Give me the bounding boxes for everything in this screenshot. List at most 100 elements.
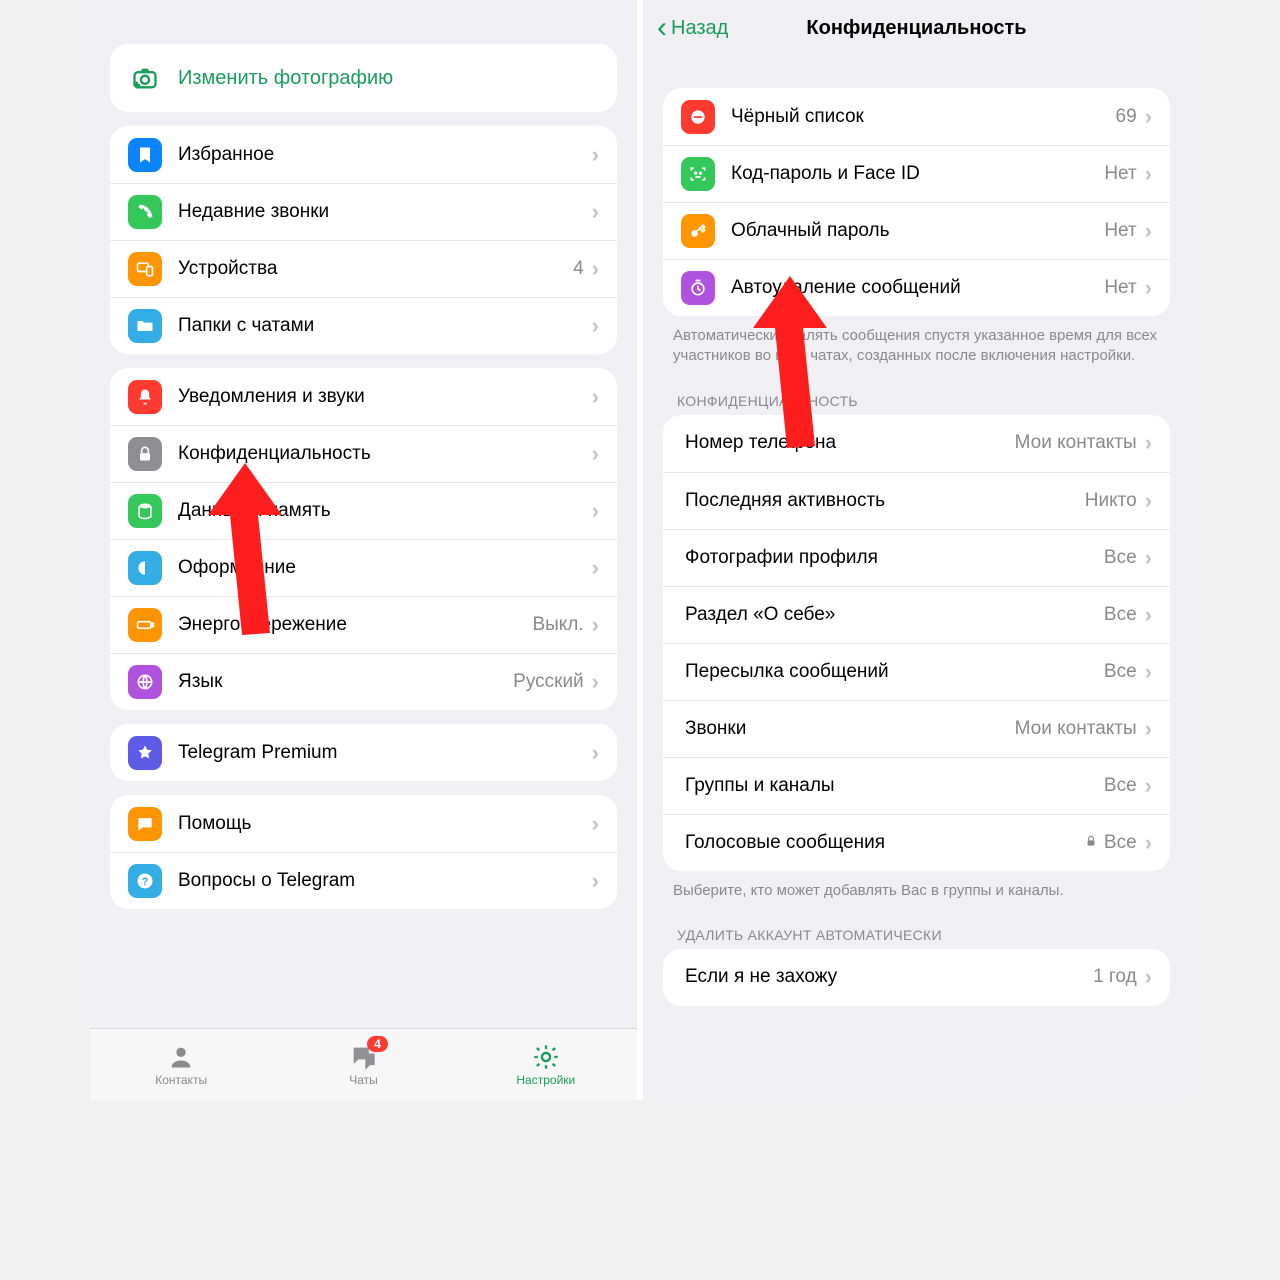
label: Оформление	[178, 557, 592, 579]
chevron-icon: ›	[592, 612, 599, 638]
label: Папки с чатами	[178, 315, 592, 337]
row-calls[interactable]: Недавние звонки ›	[110, 183, 617, 240]
chevron-icon: ›	[592, 811, 599, 837]
value: Нет	[1104, 163, 1136, 185]
star-icon	[128, 736, 162, 770]
row-power[interactable]: Энергосбережение Выкл. ›	[110, 596, 617, 653]
section-footer: Выберите, кто может добавлять Вас в груп…	[673, 881, 1160, 901]
row-passcode[interactable]: Код-пароль и Face ID Нет ›	[663, 145, 1170, 202]
value: Русский	[513, 671, 584, 693]
label: Раздел «О себе»	[685, 604, 1104, 626]
change-photo-row[interactable]: Изменить фотографию	[110, 44, 617, 112]
row-favorites[interactable]: Избранное ›	[110, 126, 617, 183]
tab-settings[interactable]: Настройки	[455, 1029, 637, 1100]
settings-screen: Изменить фотографию Избранное › Недавние…	[90, 0, 643, 1100]
group-help: Помощь › ? Вопросы о Telegram ›	[110, 795, 617, 909]
change-photo-group: Изменить фотографию	[110, 44, 617, 112]
row-faq[interactable]: ? Вопросы о Telegram ›	[110, 852, 617, 909]
timer-icon	[681, 271, 715, 305]
chevron-icon: ›	[1145, 602, 1152, 628]
row-lastseen[interactable]: Последняя активность Никто ›	[663, 472, 1170, 529]
section-footer: Автоматически удалять сообщения спустя у…	[673, 326, 1160, 367]
row-help[interactable]: Помощь ›	[110, 795, 617, 852]
chevron-icon: ›	[1145, 488, 1152, 514]
label: Избранное	[178, 144, 592, 166]
label: Группы и каналы	[685, 775, 1104, 797]
faceid-icon	[681, 157, 715, 191]
group-premium: Telegram Premium ›	[110, 724, 617, 781]
group-privacy: Номер телефона Мои контакты › Последняя …	[663, 415, 1170, 871]
row-voice[interactable]: Голосовые сообщения Все ›	[663, 814, 1170, 871]
chevron-icon: ›	[592, 868, 599, 894]
label: Язык	[178, 671, 513, 693]
row-forward[interactable]: Пересылка сообщений Все ›	[663, 643, 1170, 700]
row-away[interactable]: Если я не захожу 1 год ›	[663, 949, 1170, 1006]
row-cloud-password[interactable]: Облачный пароль Нет ›	[663, 202, 1170, 259]
chevron-icon: ›	[592, 498, 599, 524]
chevron-icon: ›	[1145, 104, 1152, 130]
row-data[interactable]: Данные и память ›	[110, 482, 617, 539]
devices-icon	[128, 252, 162, 286]
row-appearance[interactable]: Оформление ›	[110, 539, 617, 596]
value: Мои контакты	[1015, 718, 1137, 740]
row-privacy[interactable]: Конфиденциальность ›	[110, 425, 617, 482]
value: 4	[573, 258, 584, 280]
label: Данные и память	[178, 500, 592, 522]
label: Устройства	[178, 258, 573, 280]
row-devices[interactable]: Устройства 4 ›	[110, 240, 617, 297]
group-security: Чёрный список 69 › Код-пароль и Face ID …	[663, 88, 1170, 316]
chevron-icon: ›	[592, 441, 599, 467]
back-button[interactable]: ‹ Назад	[657, 17, 728, 40]
question-icon: ?	[128, 864, 162, 898]
row-premium[interactable]: Telegram Premium ›	[110, 724, 617, 781]
tab-bar: Контакты 4 Чаты Настройки	[90, 1028, 637, 1100]
nav-header: ‹ Назад Конфиденциальность	[643, 0, 1190, 56]
label: Последняя активность	[685, 490, 1085, 512]
label: Облачный пароль	[731, 220, 1104, 242]
value: 1 год	[1093, 966, 1137, 988]
tab-chats[interactable]: 4 Чаты	[272, 1029, 454, 1100]
value: Все	[1084, 832, 1137, 854]
chevron-icon: ›	[1145, 218, 1152, 244]
row-groups[interactable]: Группы и каналы Все ›	[663, 757, 1170, 814]
row-folders[interactable]: Папки с чатами ›	[110, 297, 617, 354]
label: Уведомления и звуки	[178, 386, 592, 408]
label: Помощь	[178, 813, 592, 835]
bell-icon	[128, 380, 162, 414]
phone-icon	[128, 195, 162, 229]
row-auto-delete[interactable]: Автоудаление сообщений Нет ›	[663, 259, 1170, 316]
row-blocklist[interactable]: Чёрный список 69 ›	[663, 88, 1170, 145]
row-language[interactable]: Язык Русский ›	[110, 653, 617, 710]
row-photos[interactable]: Фотографии профиля Все ›	[663, 529, 1170, 586]
chevron-icon: ›	[592, 142, 599, 168]
bookmark-icon	[128, 138, 162, 172]
value: Нет	[1104, 220, 1136, 242]
row-calls[interactable]: Звонки Мои контакты ›	[663, 700, 1170, 757]
row-phone[interactable]: Номер телефона Мои контакты ›	[663, 415, 1170, 472]
chevron-icon: ›	[592, 199, 599, 225]
lock-icon	[1084, 832, 1098, 854]
tab-contacts[interactable]: Контакты	[90, 1029, 272, 1100]
theme-icon	[128, 551, 162, 585]
chevron-icon: ›	[1145, 275, 1152, 301]
tab-label: Контакты	[155, 1073, 207, 1087]
label: Звонки	[685, 718, 1015, 740]
folder-icon	[128, 309, 162, 343]
change-photo-label: Изменить фотографию	[178, 67, 599, 90]
chevron-icon: ›	[1145, 716, 1152, 742]
section-header-privacy: КОНФИДЕНЦИАЛЬНОСТЬ	[677, 393, 1156, 409]
label: Telegram Premium	[178, 742, 592, 764]
row-about[interactable]: Раздел «О себе» Все ›	[663, 586, 1170, 643]
group-delete: Если я не захожу 1 год ›	[663, 949, 1170, 1006]
chevron-icon: ›	[592, 384, 599, 410]
label: Код-пароль и Face ID	[731, 163, 1104, 185]
row-notifications[interactable]: Уведомления и звуки ›	[110, 368, 617, 425]
label: Автоудаление сообщений	[731, 277, 1104, 299]
tab-label: Настройки	[516, 1073, 575, 1087]
battery-icon	[128, 608, 162, 642]
group-main: Избранное › Недавние звонки › Устройства…	[110, 126, 617, 354]
chats-badge: 4	[367, 1036, 388, 1052]
chat-icon	[128, 807, 162, 841]
chevron-icon: ›	[592, 555, 599, 581]
value: Мои контакты	[1015, 432, 1137, 454]
